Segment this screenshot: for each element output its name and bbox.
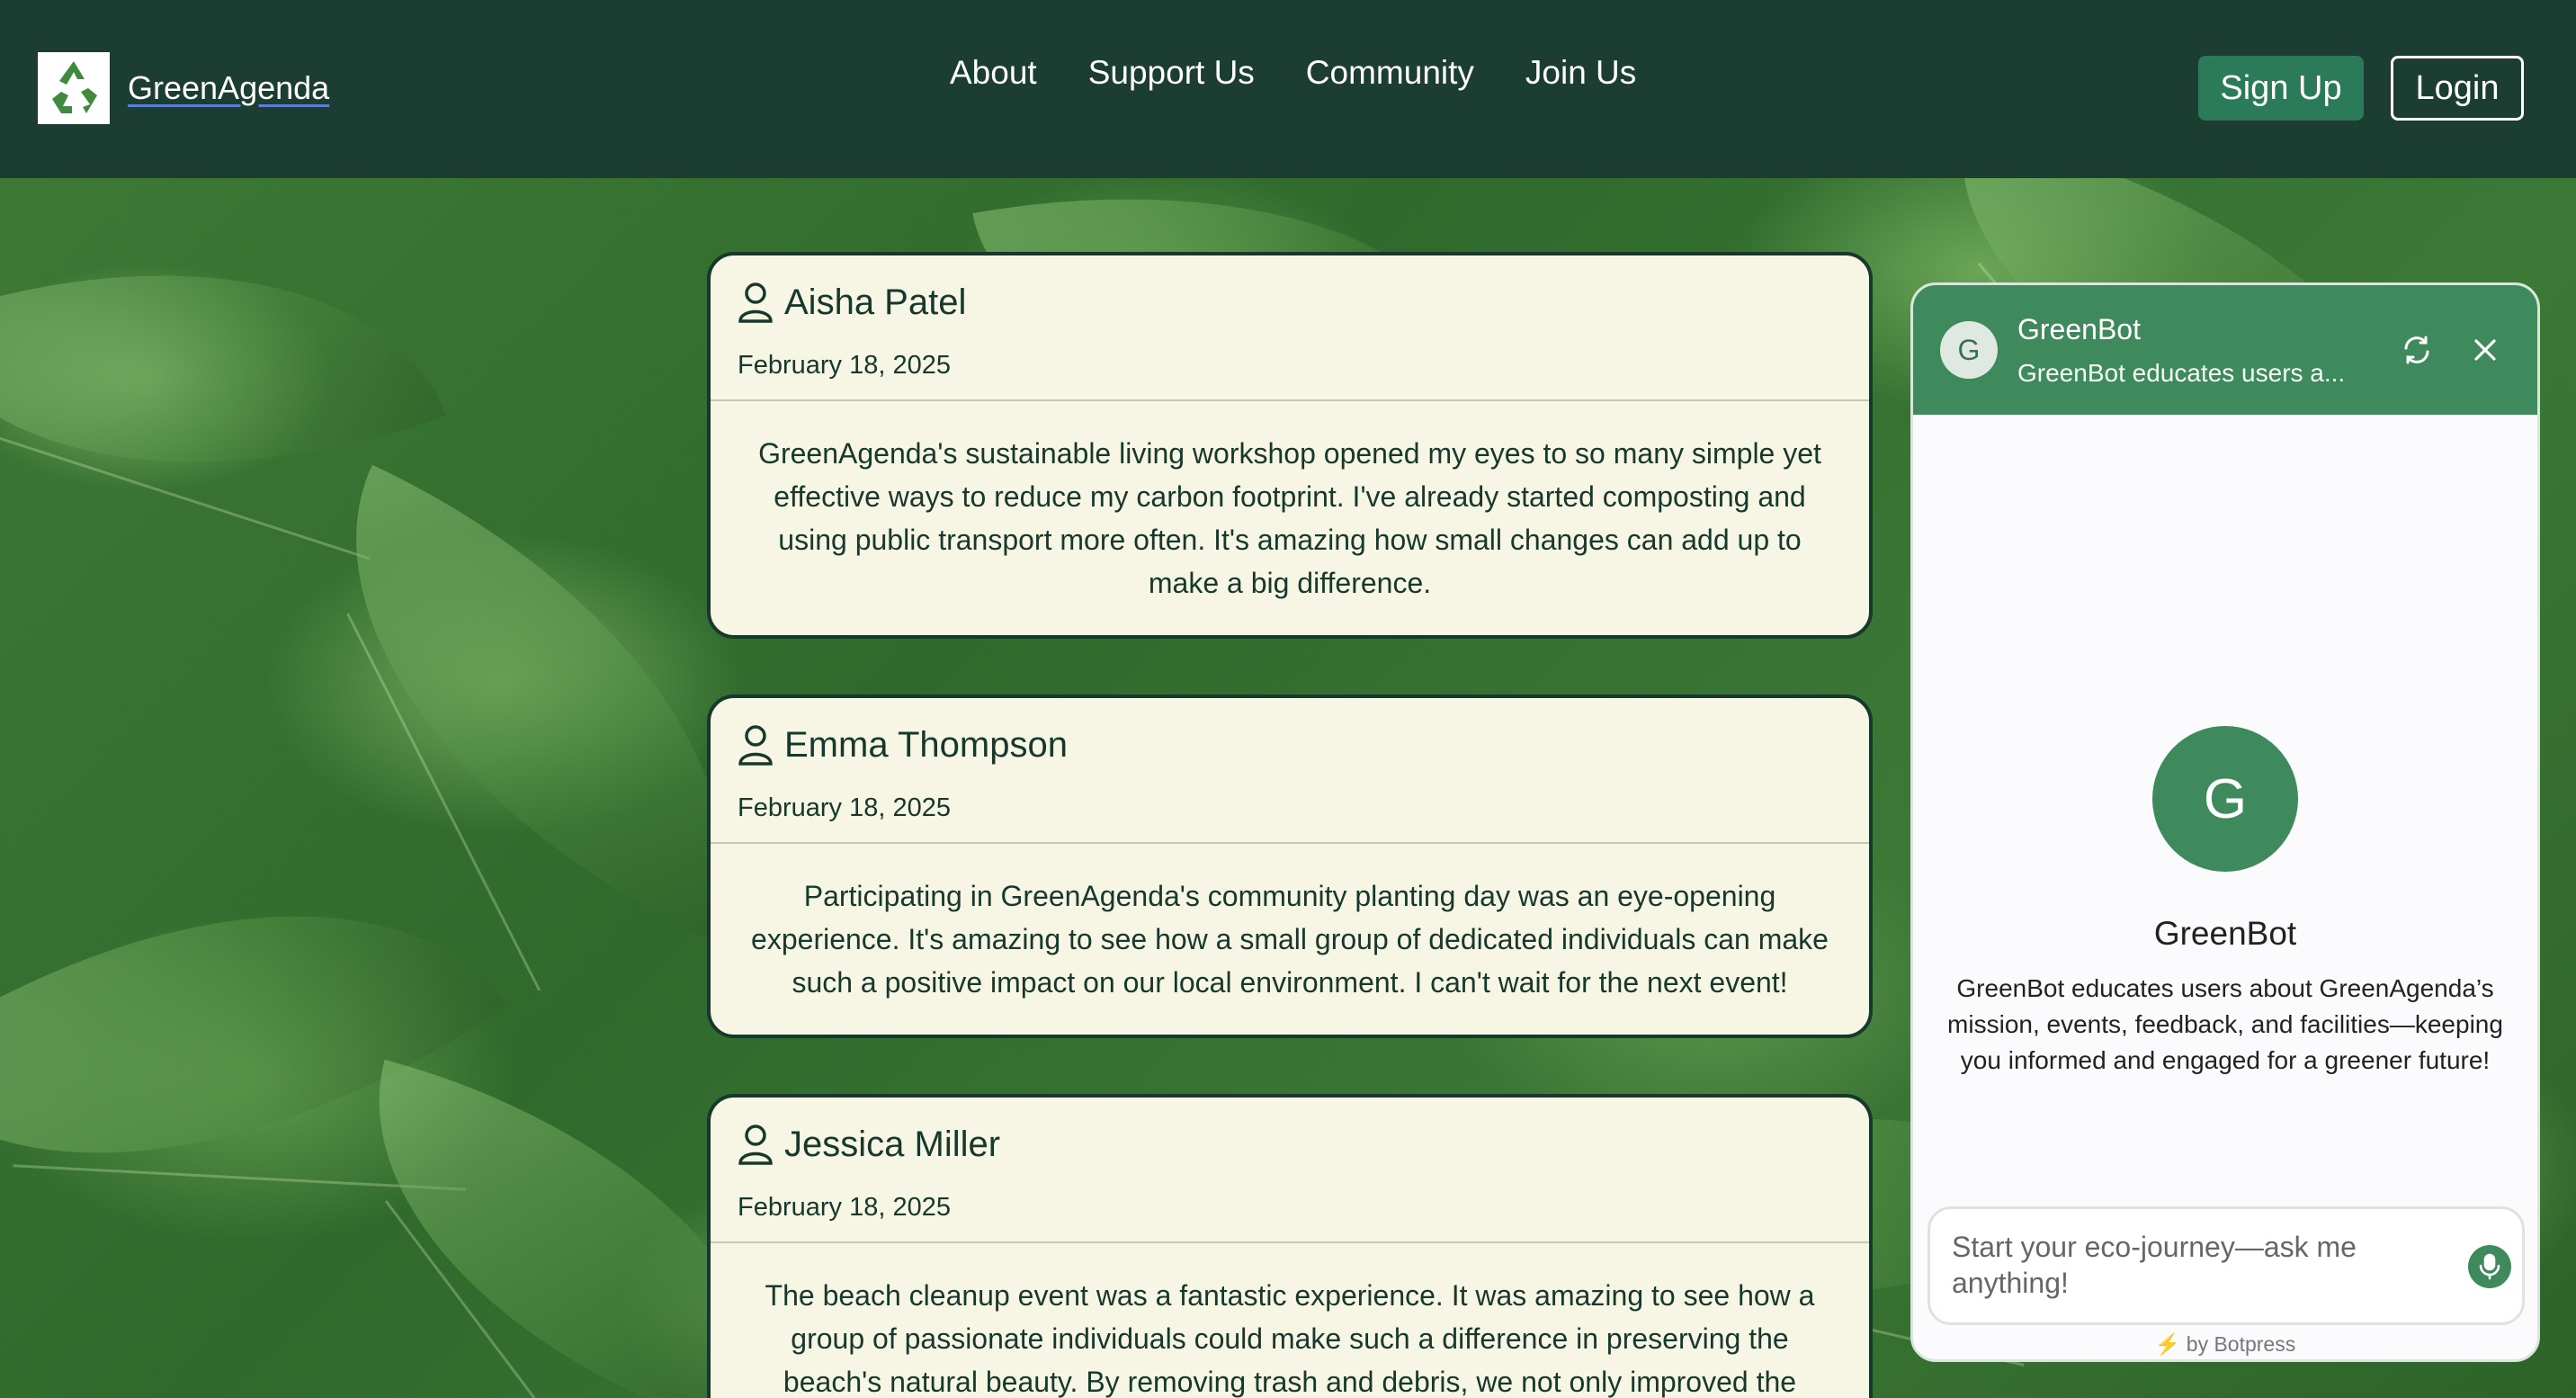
nav-about[interactable]: About [950, 54, 1037, 92]
refresh-icon[interactable] [2401, 334, 2433, 370]
testimonial-date: February 18, 2025 [738, 793, 951, 822]
bot-name: GreenBot [2153, 915, 2297, 952]
chat-subtitle: GreenBot educates users a... [2017, 358, 2346, 387]
user-icon [738, 1124, 774, 1165]
chat-input-placeholder: Start your eco-journey—ask me anything! [1952, 1231, 2357, 1299]
top-navbar: GreenAgenda About Support Us Community J… [0, 0, 2576, 178]
nav-support-us[interactable]: Support Us [1088, 54, 1255, 92]
main-nav: About Support Us Community Join Us [950, 54, 1636, 92]
brand-name[interactable]: GreenAgenda [128, 69, 329, 107]
powered-by[interactable]: ⚡ by Botpress [1913, 1332, 2537, 1357]
nav-community[interactable]: Community [1306, 54, 1474, 92]
user-icon [738, 724, 774, 766]
testimonial-card: Emma Thompson February 18, 2025 Particip… [707, 695, 1873, 1038]
testimonial-text: GreenAgenda's sustainable living worksho… [758, 437, 1821, 599]
nav-join-us[interactable]: Join Us [1525, 54, 1636, 92]
testimonial-author: Emma Thompson [784, 724, 1068, 765]
testimonial-text: Participating in GreenAgenda's community… [751, 880, 1829, 999]
bot-avatar: G [1940, 321, 1998, 379]
testimonial-card: Jessica Miller February 18, 2025 The bea… [707, 1094, 1873, 1398]
testimonial-card: Aisha Patel February 18, 2025 GreenAgend… [707, 252, 1873, 639]
powered-by-label: by Botpress [2186, 1332, 2296, 1356]
close-icon[interactable] [2469, 334, 2501, 370]
chat-header: G GreenBot GreenBot educates users a... [1913, 285, 2537, 415]
testimonial-text: The beach cleanup event was a fantastic … [765, 1279, 1815, 1398]
testimonial-date: February 18, 2025 [738, 1193, 951, 1222]
sign-up-button[interactable]: Sign Up [2198, 56, 2364, 121]
testimonial-author: Jessica Miller [784, 1124, 1001, 1164]
chatbot-widget: G GreenBot GreenBot educates users a... … [1910, 282, 2540, 1362]
bot-avatar-large: G [2152, 726, 2298, 872]
testimonial-author: Aisha Patel [784, 282, 967, 322]
user-icon [738, 282, 774, 323]
login-button[interactable]: Login [2391, 56, 2524, 121]
recycle-logo-icon [38, 52, 110, 124]
chat-title: GreenBot [2017, 312, 2141, 345]
lightning-icon: ⚡ [2154, 1332, 2181, 1356]
testimonial-date: February 18, 2025 [738, 351, 951, 380]
chat-message-input[interactable]: Start your eco-journey—ask me anything! [1928, 1206, 2525, 1325]
bot-description: GreenBot educates users about GreenAgend… [1947, 974, 2503, 1074]
microphone-icon[interactable] [2468, 1245, 2511, 1288]
brand[interactable]: GreenAgenda [38, 52, 329, 124]
